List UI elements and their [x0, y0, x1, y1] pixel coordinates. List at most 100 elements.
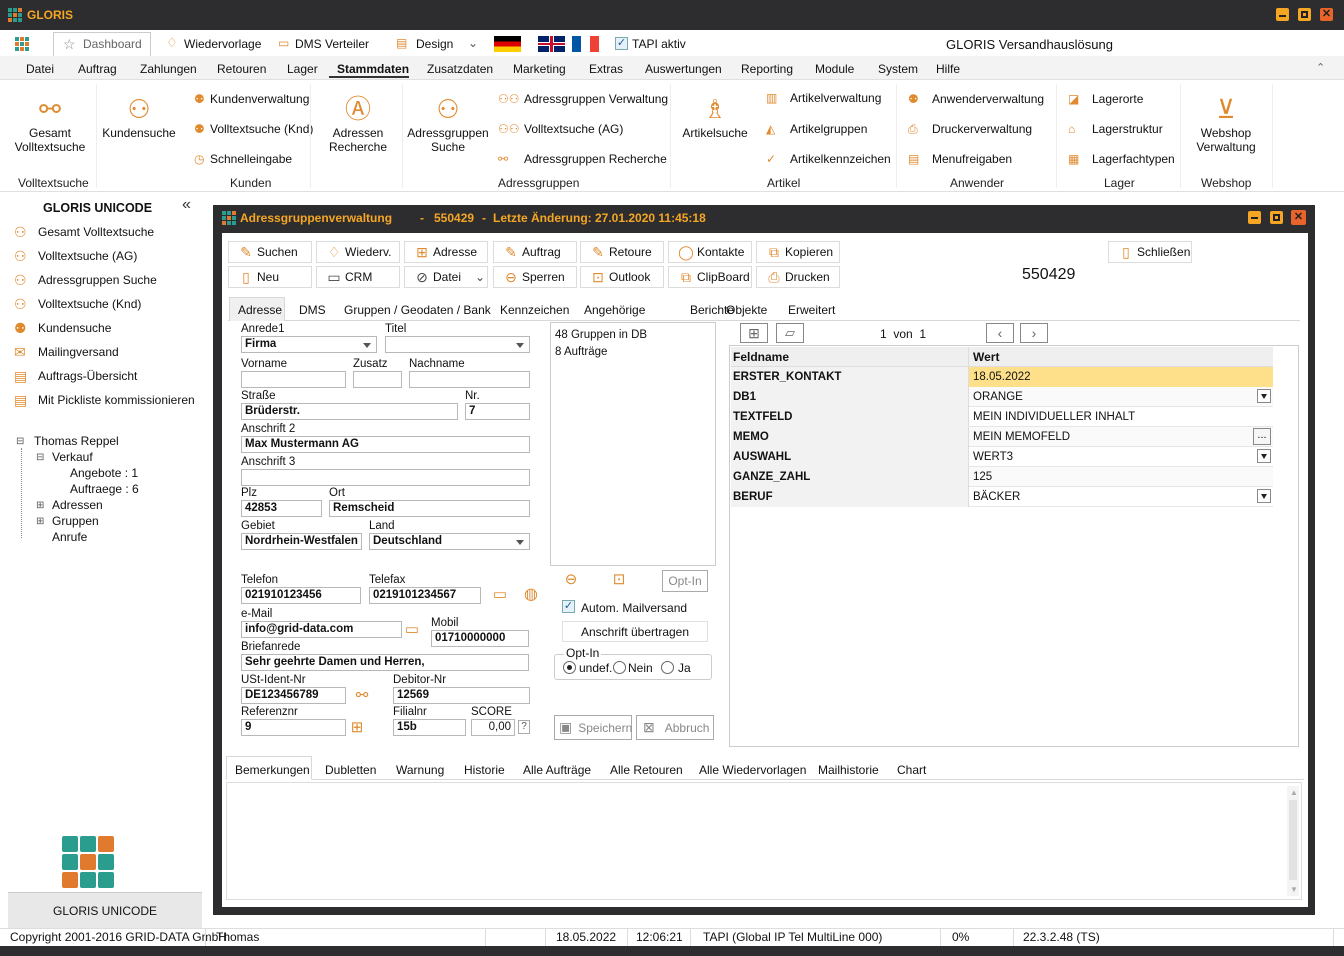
- sidebar-item-2[interactable]: ⚇ Adressgruppen Suche: [14, 272, 157, 288]
- tree-auftraege[interactable]: Auftraege : 6: [70, 482, 139, 496]
- field-brief[interactable]: Sehr geehrte Damen und Herren,: [241, 654, 529, 671]
- field-ref[interactable]: 9: [241, 719, 346, 736]
- field-ort[interactable]: Remscheid: [329, 500, 530, 517]
- sidebar-item-4[interactable]: ⚉ Kundensuche: [14, 320, 111, 336]
- adressen-recherche-button[interactable]: Ⓐ Adressen Recherche: [320, 92, 396, 154]
- anschrift-uebertragen-button[interactable]: Anschrift übertragen: [562, 621, 708, 642]
- globe-icon[interactable]: ◍: [522, 586, 540, 604]
- automail-checkbox[interactable]: ✓: [562, 600, 575, 613]
- bottom-tab-3[interactable]: Historie: [464, 763, 505, 777]
- tree-gruppen[interactable]: Gruppen: [52, 514, 99, 528]
- neu-button[interactable]: ▯ Neu: [228, 266, 312, 288]
- menufreigaben-button[interactable]: ▤ Menufreigaben: [908, 152, 1012, 166]
- wiedervorlage-link[interactable]: Wiedervorlage: [184, 37, 261, 51]
- grid-field-value[interactable]: 125: [973, 471, 992, 483]
- sidebar-item-0[interactable]: ⚇ Gesamt Volltextsuche: [14, 224, 154, 240]
- bemerkungen-textarea[interactable]: [226, 782, 1302, 900]
- tree-toggle-icon[interactable]: ⊟: [16, 435, 24, 449]
- sidebar-item-1[interactable]: ⚇ Volltextsuche (AG): [14, 248, 137, 264]
- menu-lager[interactable]: Lager: [287, 62, 318, 76]
- grid-dropdown-button[interactable]: [1257, 389, 1271, 403]
- maximize-button[interactable]: [1298, 8, 1311, 21]
- menu-hilfe[interactable]: Hilfe: [936, 62, 960, 76]
- bottom-tab-1[interactable]: Dubletten: [325, 763, 376, 777]
- field-mobil[interactable]: 01710000000: [431, 630, 529, 647]
- menu-zusatzdaten[interactable]: Zusatzdaten: [427, 62, 493, 76]
- bottom-tab-0[interactable]: Bemerkungen: [235, 763, 310, 777]
- tree-anrufe[interactable]: Anrufe: [52, 530, 87, 544]
- field-ust[interactable]: DE123456789: [241, 687, 346, 704]
- tab-7[interactable]: Erweitert: [788, 303, 835, 317]
- bottom-tab-8[interactable]: Chart: [897, 763, 926, 777]
- grid-field-value[interactable]: BÄCKER: [973, 491, 1020, 503]
- design-dropdown[interactable]: Design: [416, 37, 453, 51]
- tab-1[interactable]: DMS: [299, 303, 326, 317]
- artikelgruppen-button[interactable]: ◭ Artikelgruppen: [766, 122, 867, 136]
- anwenderverwaltung-button[interactable]: ⚉ Anwenderverwaltung: [908, 92, 1044, 106]
- gesamt-volltextsuche-button[interactable]: ⚯ Gesamt Volltextsuche: [10, 92, 90, 154]
- grid-field-value[interactable]: MEIN MEMOFELD: [973, 431, 1070, 443]
- volltextsuche-knd-button[interactable]: ⚉ Volltextsuche (Knd): [194, 122, 313, 136]
- score-help-button[interactable]: ?: [518, 720, 530, 734]
- tree-toggle-icon[interactable]: ⊞: [36, 499, 44, 513]
- menu-reporting[interactable]: Reporting: [741, 62, 793, 76]
- kundenverwaltung-button[interactable]: ⚉ Kundenverwaltung: [194, 92, 309, 106]
- tree-user[interactable]: Thomas Reppel: [34, 434, 119, 448]
- binoculars-icon[interactable]: ⚯: [352, 688, 372, 704]
- suchen-button[interactable]: ✎ Suchen: [228, 241, 312, 263]
- adressgruppen-recherche-button[interactable]: ⚯ Adressgruppen Recherche: [498, 152, 667, 166]
- menu-auftrag[interactable]: Auftrag: [78, 62, 117, 76]
- artikelsuche-button[interactable]: ♗ Artikelsuche: [680, 92, 750, 140]
- field-email[interactable]: info@grid-data.com: [241, 621, 402, 638]
- minimize-button[interactable]: [1276, 8, 1289, 21]
- webshop-verwaltung-button[interactable]: ⊻ Webshop Verwaltung: [1188, 92, 1264, 154]
- menu-system[interactable]: System: [878, 62, 918, 76]
- tab-0[interactable]: Adresse: [238, 303, 282, 317]
- tapi-checkbox[interactable]: ✓: [615, 37, 628, 50]
- field-nr[interactable]: 7: [465, 403, 530, 420]
- tab-6[interactable]: Objekte: [726, 303, 767, 317]
- lagerstruktur-button[interactable]: ⌂ Lagerstruktur: [1068, 122, 1163, 136]
- tree-angebote[interactable]: Angebote : 1: [70, 466, 138, 480]
- tab-3[interactable]: Kennzeichen: [500, 303, 569, 317]
- field-plz[interactable]: 42853: [241, 500, 322, 517]
- sperren-button[interactable]: ⊖ Sperren: [493, 266, 577, 288]
- crm-button[interactable]: ▭ CRM: [316, 266, 400, 288]
- wiedervorlage-button[interactable]: ♢ Wiederv.: [316, 241, 400, 263]
- menu-retouren[interactable]: Retouren: [217, 62, 266, 76]
- clipboard-button[interactable]: ⧉ ClipBoard: [668, 266, 752, 288]
- lock-icon[interactable]: ⊖: [562, 572, 580, 588]
- druckerverwaltung-button[interactable]: ⎙ Druckerverwaltung: [908, 122, 1032, 137]
- optin-button[interactable]: Opt-In: [662, 570, 708, 592]
- kontakte-button[interactable]: ◯ Kontakte: [668, 241, 752, 263]
- flag-fr-icon[interactable]: [572, 36, 599, 52]
- tree-verkauf[interactable]: Verkauf: [52, 450, 93, 464]
- artikelkennzeichen-button[interactable]: ✓ Artikelkennzeichen: [766, 152, 891, 166]
- collapse-ribbon-icon[interactable]: ⌃: [1316, 61, 1325, 75]
- add-reference-icon[interactable]: ⊞: [348, 719, 366, 737]
- bottom-tab-4[interactable]: Alle Aufträge: [523, 763, 591, 777]
- dms-link[interactable]: DMS Verteiler: [295, 37, 369, 51]
- field-null[interactable]: [241, 371, 346, 388]
- tree-adressen[interactable]: Adressen: [52, 498, 103, 512]
- bottom-tab-6[interactable]: Alle Wiedervorlagen: [699, 763, 806, 777]
- grid-field-value[interactable]: 18.05.2022: [969, 367, 1273, 387]
- auftrag-button[interactable]: ✎ Auftrag: [493, 241, 577, 263]
- menu-zahlungen[interactable]: Zahlungen: [140, 62, 197, 76]
- sidebar-collapse-icon[interactable]: «: [182, 197, 191, 213]
- tab-4[interactable]: Angehörige: [584, 303, 645, 317]
- field-telefax[interactable]: 0219101234567: [369, 587, 481, 604]
- contact-card-icon[interactable]: ▭: [490, 587, 510, 603]
- scrollbar[interactable]: ▲ ▼: [1287, 786, 1299, 896]
- grid-field-value[interactable]: WERT3: [973, 451, 1013, 463]
- flag-de-icon[interactable]: [494, 36, 521, 52]
- kopieren-button[interactable]: ⧉ Kopieren: [756, 241, 840, 263]
- bottom-tab-5[interactable]: Alle Retouren: [610, 763, 683, 777]
- grid-dropdown-button[interactable]: [1257, 489, 1271, 503]
- field-gebiet[interactable]: Nordrhein-Westfalen: [241, 533, 362, 550]
- grid-add-button[interactable]: ⊞: [740, 323, 768, 343]
- speichern-button[interactable]: ▣ Speichern: [554, 715, 632, 740]
- schnelleingabe-button[interactable]: ◷ Schnelleingabe: [194, 152, 292, 166]
- flag-uk-icon[interactable]: [538, 36, 565, 52]
- radio-undef[interactable]: [563, 661, 576, 674]
